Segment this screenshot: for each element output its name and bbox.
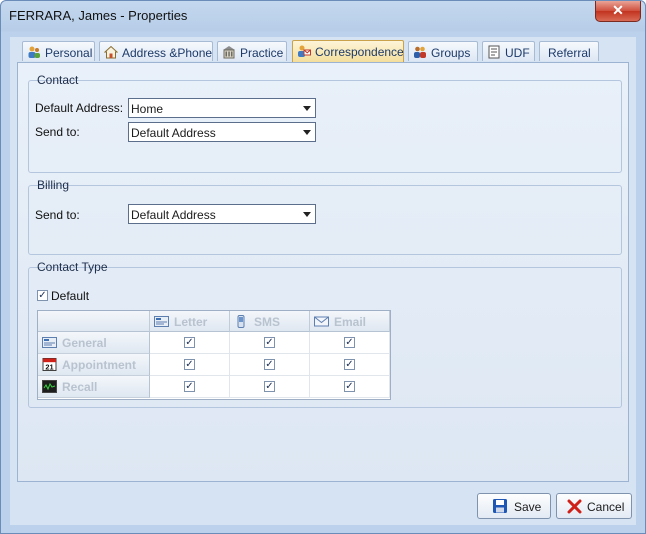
tab-personal-label: Personal	[45, 46, 93, 60]
mobile-phone-icon	[237, 315, 245, 328]
contact-type-group: Contact Type ✓ Default Letter SMS Email …	[28, 260, 622, 408]
billing-send-to-value: Default Address	[131, 208, 216, 222]
billing-send-to-label: Send to:	[35, 208, 80, 222]
column-header-sms: SMS	[230, 311, 310, 332]
close-button[interactable]: ✕	[595, 1, 641, 22]
window-title: FERRARA, James - Properties	[9, 8, 188, 23]
correspondence-icon	[298, 45, 311, 57]
contact-type-grid: Letter SMS Email General 21 Appointment …	[37, 310, 391, 400]
monitor-icon	[42, 380, 57, 393]
default-address-label: Default Address:	[35, 101, 124, 115]
close-icon: ✕	[612, 2, 624, 18]
cell-appointment-sms: ✓	[230, 354, 310, 376]
people-icon	[28, 46, 40, 58]
tab-correspondence[interactable]: Correspondence	[292, 40, 404, 62]
title-bar: FERRARA, James - Properties ✕	[1, 1, 645, 31]
tab-udf[interactable]: UDF	[482, 41, 535, 61]
tab-groups[interactable]: Groups	[408, 41, 478, 61]
tab-address-phone-label: Address &Phone	[122, 46, 213, 60]
checkbox-appointment-sms[interactable]: ✓	[264, 359, 275, 370]
dialog-body: Personal Address &Phone Practice Corresp…	[10, 37, 636, 525]
chevron-down-icon	[303, 212, 311, 217]
default-checkbox[interactable]: ✓	[37, 290, 48, 301]
checkbox-appointment-letter[interactable]: ✓	[184, 359, 195, 370]
column-header-letter-label: Letter	[174, 315, 208, 329]
save-button-label: Save	[514, 500, 542, 514]
cell-recall-letter: ✓	[150, 376, 230, 398]
row-header-appointment: 21 Appointment	[38, 354, 150, 376]
save-button[interactable]: Save	[477, 493, 551, 519]
row-header-appointment-label: Appointment	[62, 358, 136, 372]
cell-recall-sms: ✓	[230, 376, 310, 398]
tab-personal[interactable]: Personal	[22, 41, 95, 61]
tab-udf-label: UDF	[505, 46, 530, 60]
default-address-value: Home	[131, 102, 164, 116]
properties-window: FERRARA, James - Properties ✕ Personal A…	[0, 0, 646, 534]
cell-general-letter: ✓	[150, 332, 230, 354]
billing-send-to-select[interactable]: Default Address	[128, 204, 316, 224]
contact-group: Contact Default Address: Home Send to: D…	[28, 73, 622, 173]
default-address-select[interactable]: Home	[128, 98, 316, 118]
default-checkbox-label: Default	[51, 289, 90, 303]
chevron-down-icon	[303, 130, 311, 135]
general-letter-icon	[42, 337, 57, 348]
building-icon	[223, 46, 235, 59]
tab-referral-label: Referral	[548, 46, 591, 60]
cancel-button[interactable]: Cancel	[556, 493, 632, 519]
contact-send-to-label: Send to:	[35, 125, 80, 139]
cell-general-sms: ✓	[230, 332, 310, 354]
contact-send-to-value: Default Address	[131, 126, 216, 140]
column-header-sms-label: SMS	[254, 315, 281, 329]
column-header-email-label: Email	[334, 315, 367, 329]
tab-practice[interactable]: Practice	[217, 41, 287, 61]
checkbox-appointment-email[interactable]: ✓	[344, 359, 355, 370]
checkbox-recall-email[interactable]: ✓	[344, 381, 355, 392]
form-icon	[488, 45, 500, 59]
letter-icon	[154, 316, 169, 327]
billing-group-title: Billing	[37, 178, 70, 192]
row-header-general-label: General	[62, 336, 107, 350]
house-icon	[104, 45, 118, 59]
column-header-letter: Letter	[150, 311, 230, 332]
tab-referral[interactable]: Referral	[539, 41, 599, 61]
chevron-down-icon	[303, 106, 311, 111]
billing-group: Billing Send to: Default Address	[28, 178, 622, 255]
checkbox-general-sms[interactable]: ✓	[264, 337, 275, 348]
contact-group-title: Contact	[37, 73, 79, 87]
checkbox-recall-letter[interactable]: ✓	[184, 381, 195, 392]
tab-correspondence-label: Correspondence	[315, 45, 404, 59]
tab-groups-label: Groups	[431, 46, 471, 60]
grid-corner-header	[38, 311, 150, 332]
envelope-icon	[314, 316, 329, 327]
contact-send-to-select[interactable]: Default Address	[128, 122, 316, 142]
cell-recall-email: ✓	[310, 376, 390, 398]
calendar-icon-day: 21	[45, 363, 53, 371]
group-icon	[414, 46, 426, 58]
checkbox-recall-sms[interactable]: ✓	[264, 381, 275, 392]
checkbox-general-email[interactable]: ✓	[344, 337, 355, 348]
cell-appointment-email: ✓	[310, 354, 390, 376]
correspondence-page: Contact Default Address: Home Send to: D…	[17, 62, 629, 482]
column-header-email: Email	[310, 311, 390, 332]
cell-appointment-letter: ✓	[150, 354, 230, 376]
row-header-general: General	[38, 332, 150, 354]
calendar-icon: 21	[42, 358, 57, 371]
tab-practice-label: Practice	[240, 46, 284, 60]
cell-general-email: ✓	[310, 332, 390, 354]
cancel-x-icon	[567, 499, 582, 514]
row-header-recall-label: Recall	[62, 380, 98, 394]
checkbox-general-letter[interactable]: ✓	[184, 337, 195, 348]
row-header-recall: Recall	[38, 376, 150, 398]
contact-type-group-title: Contact Type	[37, 260, 108, 274]
save-disk-icon	[493, 499, 507, 513]
tab-address-phone[interactable]: Address &Phone	[99, 41, 213, 61]
cancel-button-label: Cancel	[587, 500, 625, 514]
